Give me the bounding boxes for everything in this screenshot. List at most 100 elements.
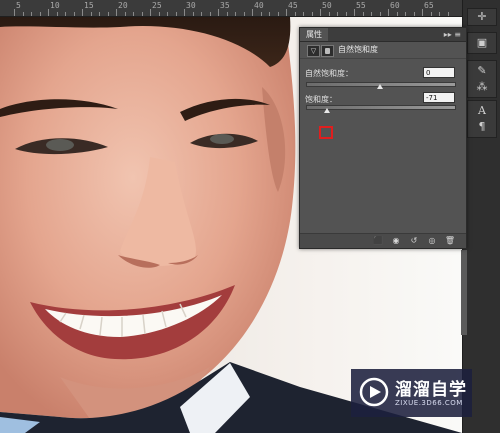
paragraph-icon[interactable]: ¶ <box>473 120 491 134</box>
saturation-slider-thumb[interactable] <box>323 108 330 113</box>
ruler-minor-tick <box>328 12 330 16</box>
ruler-minor-tick <box>56 12 58 16</box>
adjustment-header: ▽ 自然饱和度 <box>300 42 466 59</box>
ruler-major-tick <box>320 9 321 16</box>
ruler-label: 5 <box>16 1 21 10</box>
ruler-major-tick <box>150 9 151 16</box>
clip-to-layer-icon[interactable]: ⬛ <box>372 235 384 247</box>
ruler-label: 65 <box>424 1 434 10</box>
ruler-major-tick <box>354 9 355 16</box>
ruler-minor-tick <box>22 12 24 16</box>
paragraph-mark-icon[interactable]: ✛ <box>473 10 491 24</box>
ruler-major-tick <box>422 9 423 16</box>
delete-icon[interactable]: 🗑 <box>444 235 456 247</box>
adjustment-title: 自然饱和度 <box>338 45 378 54</box>
play-logo-icon <box>359 377 389 407</box>
dock-group-top: ✛ <box>467 8 497 26</box>
ruler-major-tick <box>388 9 389 16</box>
ruler-major-tick <box>286 9 287 16</box>
ruler-major-tick <box>252 9 253 16</box>
highlight-box <box>319 126 333 139</box>
vibrance-input[interactable]: 0 <box>423 67 455 78</box>
ruler-minor-tick <box>396 12 398 16</box>
ruler-minor-tick <box>141 12 143 16</box>
ruler-minor-tick <box>73 12 75 16</box>
ruler-label: 10 <box>50 1 60 10</box>
dock-group-type: A ¶ <box>467 100 497 138</box>
adjustment-type-icon: ▽ <box>307 45 320 57</box>
watermark-title: 溜溜自学 <box>395 380 467 400</box>
brush-icon[interactable]: ✎ <box>473 64 491 78</box>
ruler-minor-tick <box>311 12 313 16</box>
ruler-minor-tick <box>107 12 109 16</box>
ruler-minor-tick <box>413 12 415 16</box>
ruler-major-tick <box>82 9 83 16</box>
ruler-label: 50 <box>322 1 332 10</box>
ruler-minor-tick <box>362 12 364 16</box>
ruler-minor-tick <box>133 12 134 16</box>
vibrance-label: 自然饱和度： <box>305 69 353 78</box>
ruler-minor-tick <box>192 12 194 16</box>
reset-icon[interactable]: ↺ <box>408 235 420 247</box>
watermark-subtitle: ZIXUE.3D66.COM <box>395 399 463 407</box>
ruler-major-tick <box>14 9 15 16</box>
ruler-major-tick <box>116 9 117 16</box>
ruler-minor-tick <box>124 12 126 16</box>
ruler-minor-tick <box>277 12 279 16</box>
ruler-minor-tick <box>379 12 381 16</box>
ruler-minor-tick <box>99 12 100 16</box>
ruler-minor-tick <box>226 12 228 16</box>
ruler-minor-tick <box>175 12 177 16</box>
ruler-label: 20 <box>118 1 128 10</box>
ruler-minor-tick <box>294 12 296 16</box>
ruler-minor-tick <box>439 12 440 16</box>
ruler-major-tick <box>48 9 49 16</box>
layers-icon[interactable]: ▣ <box>473 36 491 50</box>
ruler-label: 30 <box>186 1 196 10</box>
panel-tab-bar: 属性 ▸▸ ≡ <box>300 28 466 42</box>
ruler-minor-tick <box>405 12 406 16</box>
ruler-label: 60 <box>390 1 400 10</box>
ruler-minor-tick <box>269 12 270 16</box>
saturation-label: 饱和度： <box>305 95 337 104</box>
layer-mask-icon[interactable] <box>321 45 334 57</box>
ruler-minor-tick <box>65 12 66 16</box>
brush-preset-icon[interactable]: ⁂ <box>473 80 491 94</box>
ruler-minor-tick <box>345 12 347 16</box>
view-previous-icon[interactable]: ◉ <box>390 235 402 247</box>
ruler-minor-tick <box>243 12 245 16</box>
ruler-major-tick <box>184 9 185 16</box>
ruler-label: 35 <box>220 1 230 10</box>
vibrance-slider-thumb[interactable] <box>377 84 383 89</box>
panel-footer: ⬛ ◉ ↺ ◎ 🗑 <box>300 233 466 248</box>
ruler-minor-tick <box>90 12 92 16</box>
ruler-minor-tick <box>430 12 432 16</box>
ruler-minor-tick <box>31 12 32 16</box>
visibility-icon[interactable]: ◎ <box>426 235 438 247</box>
watermark-logo: 溜溜自学 ZIXUE.3D66.COM <box>351 369 472 417</box>
ruler-minor-tick <box>371 12 372 16</box>
dock-group-brush: ✎ ⁂ <box>467 60 497 98</box>
horizontal-ruler: 5 10 15 20 25 30 35 40 45 50 55 60 65 <box>0 0 462 17</box>
ruler-minor-tick <box>337 12 338 16</box>
ruler-label: 40 <box>254 1 264 10</box>
properties-panel: 属性 ▸▸ ≡ ▽ 自然饱和度 自然饱和度： 0 饱和度： -71 ⬛ ◉ ↺ … <box>299 27 467 249</box>
ruler-minor-tick <box>209 12 211 16</box>
ruler-label: 55 <box>356 1 366 10</box>
ruler-minor-tick <box>167 12 168 16</box>
character-icon[interactable]: A <box>473 104 491 118</box>
ruler-label: 15 <box>84 1 94 10</box>
panel-scrollbar[interactable] <box>461 250 467 335</box>
ruler-label: 45 <box>288 1 298 10</box>
dock-group-layers: ▣ <box>467 32 497 54</box>
panel-menu-icon[interactable]: ▸▸ ≡ <box>444 28 461 41</box>
ruler-minor-tick <box>158 12 160 16</box>
tab-properties[interactable]: 属性 <box>300 28 328 41</box>
ruler-major-tick <box>218 9 219 16</box>
ruler-minor-tick <box>235 12 236 16</box>
ruler-label: 25 <box>152 1 162 10</box>
ruler-minor-tick <box>260 12 262 16</box>
ruler-minor-tick <box>447 12 449 16</box>
saturation-input[interactable]: -71 <box>423 92 455 103</box>
ruler-minor-tick <box>303 12 304 16</box>
